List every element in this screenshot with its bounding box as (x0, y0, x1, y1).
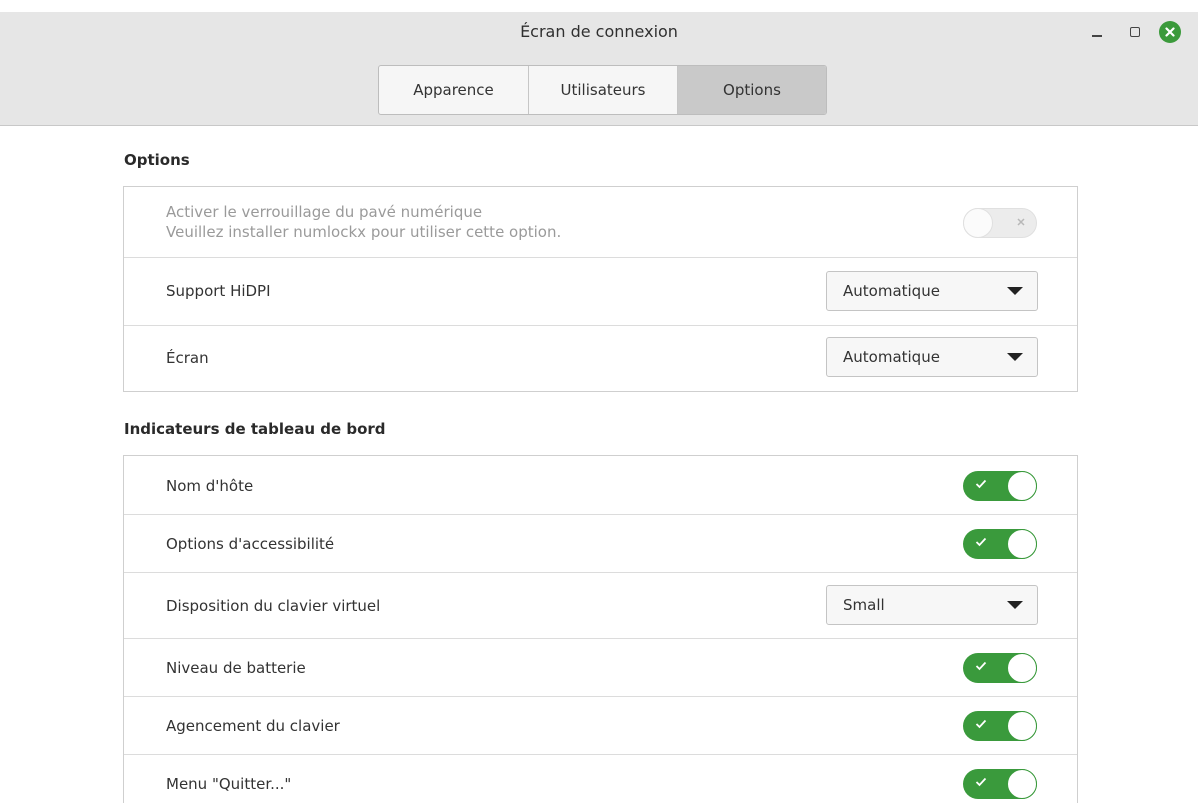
hidpi-value: Automatique (843, 282, 940, 300)
screen-value: Automatique (843, 348, 940, 366)
quit-menu-switch[interactable] (963, 769, 1037, 799)
accessibility-row: Options d'accessibilité (124, 515, 1077, 573)
check-icon (975, 719, 987, 729)
virtual-keyboard-value: Small (843, 596, 885, 614)
quit-menu-label: Menu "Quitter..." (166, 775, 292, 793)
accessibility-label: Options d'accessibilité (166, 535, 335, 553)
close-icon (1159, 21, 1181, 43)
close-button[interactable] (1158, 20, 1182, 44)
battery-row: Niveau de batterie (124, 639, 1077, 697)
x-icon (1017, 218, 1025, 226)
battery-switch[interactable] (963, 653, 1037, 683)
virtual-keyboard-dropdown[interactable]: Small (826, 585, 1038, 625)
battery-label: Niveau de batterie (166, 659, 306, 677)
keyboard-layout-label: Agencement du clavier (166, 717, 340, 735)
tab-bar: Apparence Utilisateurs Options (378, 65, 827, 115)
switch-knob (963, 208, 993, 238)
dropdown-arrow-icon (1007, 353, 1023, 361)
tab-users[interactable]: Utilisateurs (528, 66, 677, 114)
virtual-keyboard-row: Disposition du clavier virtuel Small (124, 573, 1077, 639)
switch-knob (1007, 529, 1037, 559)
hostname-label: Nom d'hôte (166, 477, 254, 495)
switch-knob (1007, 711, 1037, 741)
tab-appearance[interactable]: Apparence (379, 66, 528, 114)
login-screen-window: Écran de connexion Apparence Utilisateur… (0, 0, 1198, 803)
numlock-hint: Veuillez installer numlockx pour utilise… (166, 223, 562, 241)
hidpi-label: Support HiDPI (166, 282, 271, 300)
numlock-label-line1: Activer le verrouillage du pavé numériqu… (166, 203, 483, 221)
check-icon (975, 537, 987, 547)
virtual-keyboard-label: Disposition du clavier virtuel (166, 597, 381, 615)
keyboard-layout-switch[interactable] (963, 711, 1037, 741)
maximize-button[interactable] (1123, 20, 1147, 44)
numlock-row: Activer le verrouillage du pavé numériqu… (124, 187, 1077, 258)
tab-options[interactable]: Options (677, 66, 826, 114)
header-bar: Écran de connexion Apparence Utilisateur… (0, 12, 1198, 126)
screen-dropdown[interactable]: Automatique (826, 337, 1038, 377)
indicators-frame: Nom d'hôte Options d'accessibilité Dispo… (123, 455, 1078, 803)
dropdown-arrow-icon (1007, 601, 1023, 609)
window-title: Écran de connexion (520, 22, 678, 41)
check-icon (975, 777, 987, 787)
top-margin (0, 0, 1198, 12)
switch-knob (1007, 653, 1037, 683)
screen-row: Écran Automatique (124, 326, 1077, 391)
hidpi-dropdown[interactable]: Automatique (826, 271, 1038, 311)
keyboard-layout-row: Agencement du clavier (124, 697, 1077, 755)
switch-knob (1007, 471, 1037, 501)
hostname-switch[interactable] (963, 471, 1037, 501)
screen-label: Écran (166, 349, 209, 367)
check-icon (975, 661, 987, 671)
switch-knob (1007, 769, 1037, 799)
hidpi-row: Support HiDPI Automatique (124, 258, 1077, 326)
hostname-row: Nom d'hôte (124, 456, 1077, 515)
maximize-icon (1130, 27, 1140, 37)
quit-menu-row: Menu "Quitter..." (124, 755, 1077, 803)
accessibility-switch[interactable] (963, 529, 1037, 559)
minimize-button[interactable] (1085, 20, 1109, 44)
minimize-icon (1092, 35, 1102, 37)
numlock-switch[interactable] (963, 208, 1037, 238)
indicators-section-title: Indicateurs de tableau de bord (124, 420, 386, 438)
numlock-label: Activer le verrouillage du pavé numériqu… (166, 202, 561, 242)
options-section-title: Options (124, 151, 190, 169)
options-frame: Activer le verrouillage du pavé numériqu… (123, 186, 1078, 392)
dropdown-arrow-icon (1007, 287, 1023, 295)
check-icon (975, 479, 987, 489)
